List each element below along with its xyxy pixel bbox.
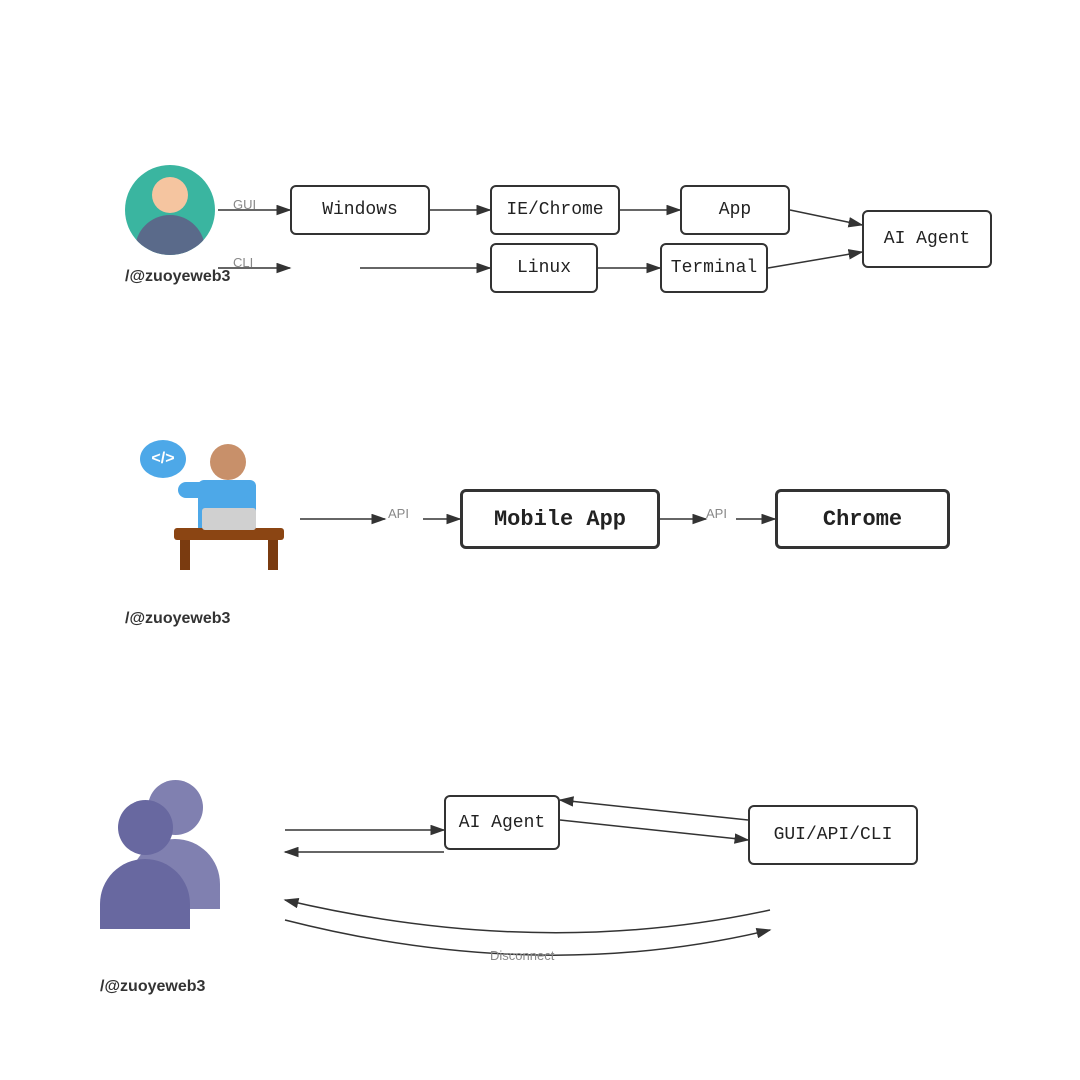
- mobile-app-box: Mobile App: [460, 489, 660, 549]
- gui-api-cli-box: GUI/API/CLI: [748, 805, 918, 865]
- linux-box: Linux: [490, 243, 598, 293]
- terminal-box: Terminal: [660, 243, 768, 293]
- app-box: App: [680, 185, 790, 235]
- avatar-person-1: [125, 165, 215, 255]
- ie-chrome-box: IE/Chrome: [490, 185, 620, 235]
- ai-agent-box-3: AI Agent: [444, 795, 560, 850]
- windows-box: Windows: [290, 185, 430, 235]
- chrome-box: Chrome: [775, 489, 950, 549]
- ai-agent-box-1: AI Agent: [862, 210, 992, 268]
